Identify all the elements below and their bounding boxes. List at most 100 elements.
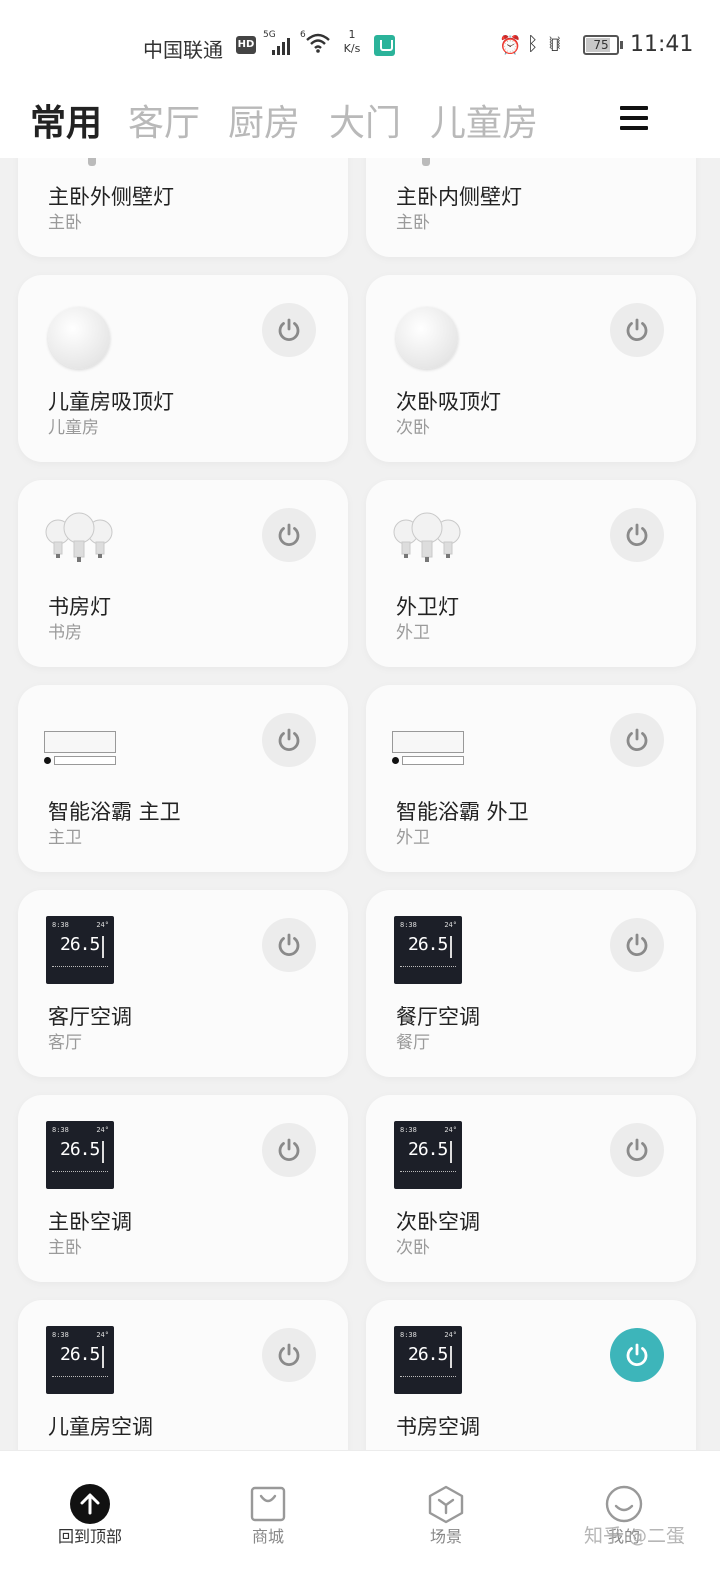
power-icon: [626, 728, 648, 752]
thermostat-setpoint: 24°: [96, 1331, 109, 1339]
device-card[interactable]: 8:38 24° 26.5 餐厅空调 餐厅: [366, 890, 696, 1077]
device-room: 外卫: [396, 623, 430, 643]
thermostat-clock: 8:38: [400, 1126, 417, 1134]
device-room: 儿童房: [48, 418, 99, 438]
device-name: 餐厅空调: [396, 1005, 480, 1029]
thermostat-setpoint: 24°: [444, 1331, 457, 1339]
vibrate-icon: ⦚▯⦚: [549, 34, 560, 53]
device-name: 主卧空调: [48, 1210, 132, 1234]
device-name: 智能浴霸 主卫: [48, 800, 181, 824]
ceiling-light-icon: [48, 307, 110, 369]
nav-label: 回到顶部: [57, 1527, 122, 1546]
room-tab-bar: 常用 客厅 厨房 大门 儿童房: [0, 90, 720, 158]
menu-icon[interactable]: [618, 104, 650, 134]
device-room: 书房: [48, 623, 82, 643]
power-button[interactable]: [262, 1123, 316, 1177]
power-icon: [626, 1138, 648, 1162]
tab-front-door[interactable]: 大门: [329, 94, 401, 146]
device-room: 客厅: [48, 1033, 82, 1053]
power-icon: [278, 1343, 300, 1367]
device-card[interactable]: 儿童房吸顶灯 儿童房: [18, 275, 348, 462]
wifi-icon: [306, 33, 330, 53]
tab-kitchen[interactable]: 厨房: [228, 94, 300, 146]
power-icon: [278, 318, 300, 342]
device-card[interactable]: 书房灯 书房: [18, 480, 348, 667]
device-card[interactable]: 次卧吸顶灯 次卧: [366, 275, 696, 462]
thermostat-temp: 26.5: [60, 934, 100, 955]
device-room: 主卧: [396, 213, 430, 233]
device-room: 主卫: [48, 828, 82, 848]
arrow-up-icon: [70, 1484, 110, 1524]
scene-cube-icon: [428, 1485, 464, 1524]
thermostat-clock: 8:38: [400, 1331, 417, 1339]
device-name: 次卧吸顶灯: [396, 390, 501, 414]
device-card[interactable]: 8:38 24° 26.5 次卧空调 次卧: [366, 1095, 696, 1282]
device-room: 外卫: [396, 828, 430, 848]
thermostat-temp: 26.5: [60, 1344, 100, 1365]
power-icon: [626, 523, 648, 547]
battery-icon: 75: [583, 35, 623, 55]
device-card[interactable]: 智能浴霸 外卫 外卫: [366, 685, 696, 872]
power-button[interactable]: [262, 1328, 316, 1382]
thermostat-temp: 26.5: [408, 1344, 448, 1365]
device-card[interactable]: 8:38 24° 26.5 书房空调: [366, 1300, 696, 1450]
device-card[interactable]: 8:38 24° 26.5 儿童房空调: [18, 1300, 348, 1450]
tab-common[interactable]: 常用: [30, 94, 102, 146]
thermostat-clock: 8:38: [52, 1126, 69, 1134]
speed-unit: K/s: [343, 42, 361, 55]
tab-overflow-fade: [562, 90, 612, 158]
power-button[interactable]: [262, 508, 316, 562]
device-name: 主卧外侧壁灯: [48, 185, 174, 209]
thermostat-clock: 8:38: [400, 921, 417, 929]
clock: 11:41: [630, 32, 694, 57]
thermostat-icon: 8:38 24° 26.5: [394, 916, 462, 984]
power-icon: [626, 318, 648, 342]
wall-lamp-icon: [88, 158, 96, 166]
thermostat-icon: 8:38 24° 26.5: [46, 1326, 114, 1394]
hd-icon: HD: [236, 36, 256, 54]
device-card[interactable]: 8:38 24° 26.5 主卧空调 主卧: [18, 1095, 348, 1282]
alarm-icon: ⏰: [499, 35, 522, 56]
nav-label: 商城: [251, 1527, 284, 1546]
nav-scene[interactable]: 场景: [386, 1451, 506, 1584]
network-speed: 1 K/s: [340, 28, 364, 56]
power-icon: [278, 728, 300, 752]
nav-shop[interactable]: 商城: [208, 1451, 328, 1584]
thermostat-setpoint: 24°: [444, 1126, 457, 1134]
device-card[interactable]: 8:38 24° 26.5 客厅空调 客厅: [18, 890, 348, 1077]
device-name: 书房灯: [48, 595, 111, 619]
device-name: 书房空调: [396, 1415, 480, 1439]
bottom-nav: 回到顶部 商城 场景 我的 知乎 @二蛋: [0, 1450, 720, 1584]
tab-kids-room[interactable]: 儿童房: [430, 94, 538, 146]
power-button[interactable]: [262, 303, 316, 357]
power-icon: [626, 933, 648, 957]
device-name: 儿童房吸顶灯: [48, 390, 174, 414]
power-button[interactable]: [610, 303, 664, 357]
power-button[interactable]: [610, 713, 664, 767]
power-button[interactable]: [610, 1123, 664, 1177]
device-card[interactable]: 智能浴霸 主卫 主卫: [18, 685, 348, 872]
device-card[interactable]: 外卫灯 外卫: [366, 480, 696, 667]
device-name: 智能浴霸 外卫: [396, 800, 529, 824]
thermostat-temp: 26.5: [408, 1139, 448, 1160]
device-grid: 主卧外侧壁灯 主卧 主卧内侧壁灯 主卧 儿童房吸顶灯 儿童房 次卧吸顶灯 次卧 …: [0, 158, 720, 1450]
power-icon: [626, 1343, 648, 1367]
thermostat-icon: 8:38 24° 26.5: [46, 1121, 114, 1189]
power-button-on[interactable]: [610, 1328, 664, 1382]
speed-value: 1: [348, 28, 356, 41]
thermostat-icon: 8:38 24° 26.5: [394, 1121, 462, 1189]
smile-icon: [605, 1485, 643, 1523]
power-button[interactable]: [262, 713, 316, 767]
tab-living-room[interactable]: 客厅: [128, 94, 200, 146]
nav-profile[interactable]: 我的: [564, 1451, 684, 1584]
thermostat-temp: 26.5: [408, 934, 448, 955]
power-button[interactable]: [610, 508, 664, 562]
thermostat-icon: 8:38 24° 26.5: [46, 916, 114, 984]
power-button[interactable]: [610, 918, 664, 972]
device-name: 客厅空调: [48, 1005, 132, 1029]
status-bar: 中国联通 HD 5G 6 1 K/s ⏰ ᛒ ⦚▯⦚ 75 11:41: [0, 0, 720, 90]
device-card[interactable]: 主卧外侧壁灯 主卧: [18, 158, 348, 257]
device-card[interactable]: 主卧内侧壁灯 主卧: [366, 158, 696, 257]
power-button[interactable]: [262, 918, 316, 972]
nav-back-to-top[interactable]: 回到顶部: [30, 1451, 150, 1584]
